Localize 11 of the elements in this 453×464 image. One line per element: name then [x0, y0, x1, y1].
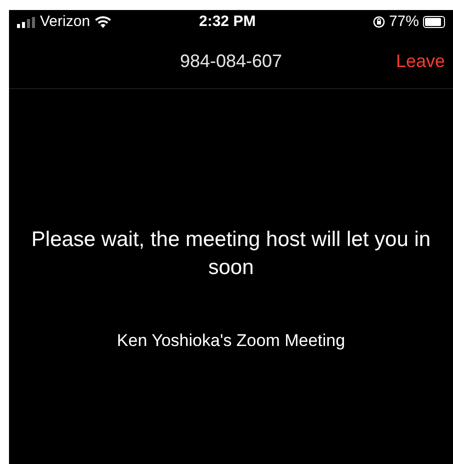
- battery-percent: 77%: [388, 12, 419, 32]
- orientation-lock-icon: [372, 16, 385, 28]
- meeting-name: Ken Yoshioka's Zoom Meeting: [116, 330, 346, 352]
- battery-icon: [423, 16, 445, 28]
- signal-icon: [17, 16, 35, 28]
- wifi-icon: [95, 16, 112, 28]
- leave-button[interactable]: Leave: [396, 48, 445, 74]
- status-time: 2:32 PM: [199, 12, 256, 32]
- meeting-id: 984-084-607: [180, 50, 282, 72]
- carrier-name: Verizon: [40, 12, 90, 32]
- waiting-message: Please wait, the meeting host will let you in soon: [30, 227, 432, 281]
